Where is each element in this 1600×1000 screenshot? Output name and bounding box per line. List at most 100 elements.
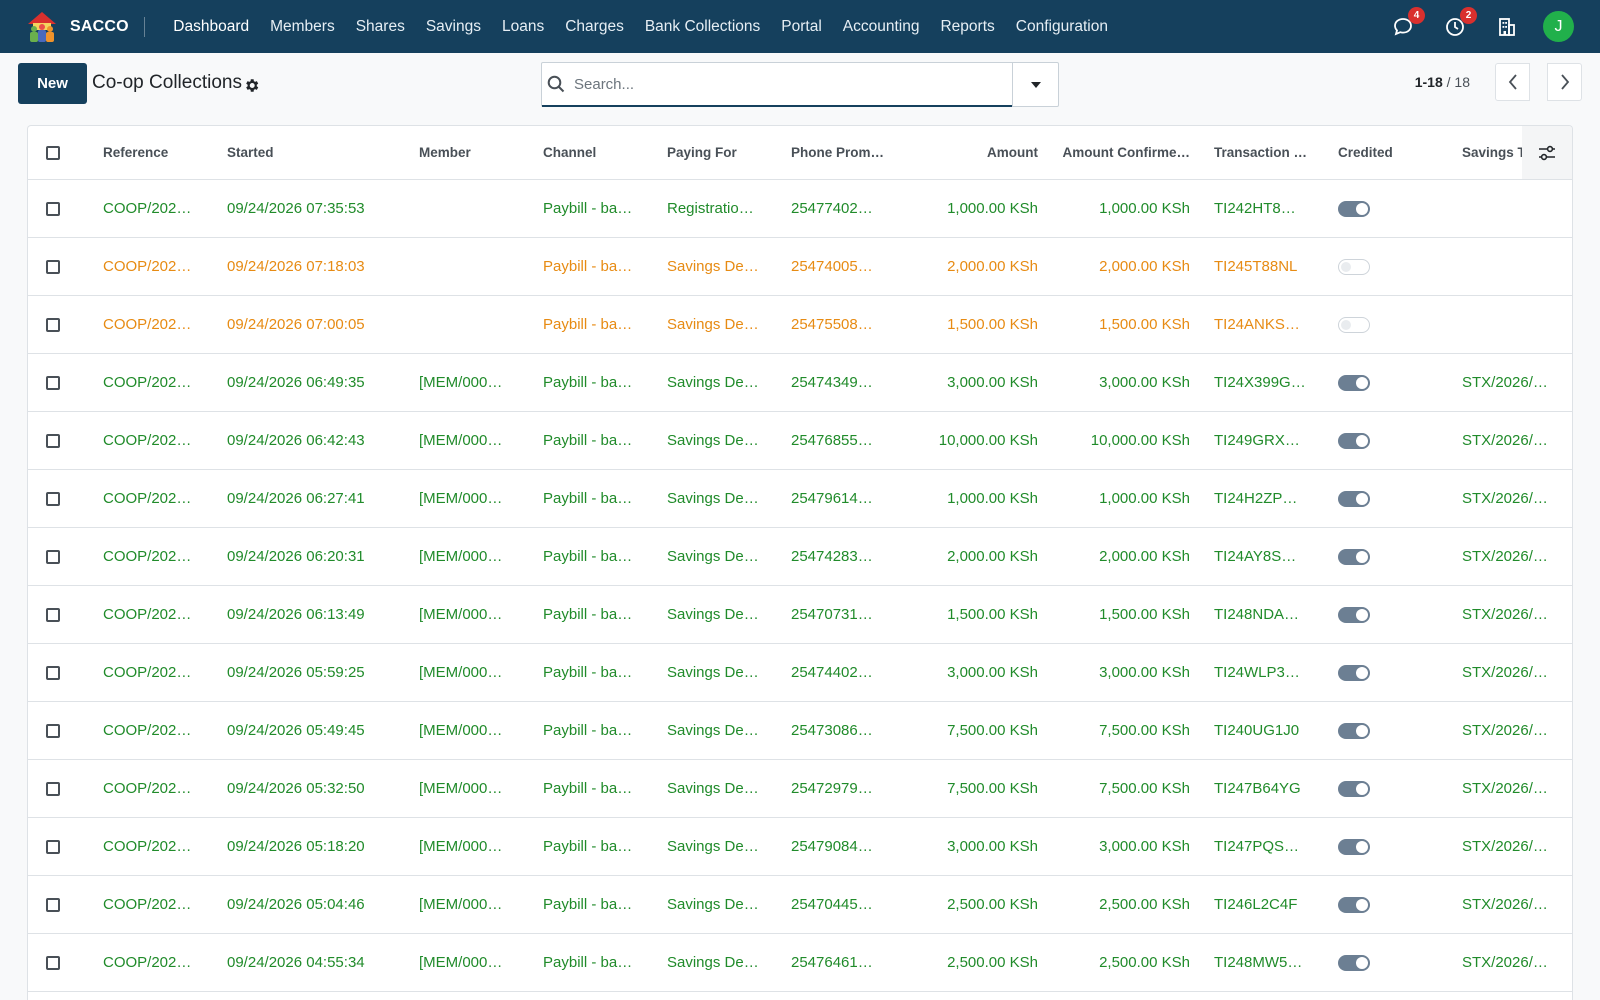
column-header-transaction[interactable]: Transaction … <box>1202 126 1326 180</box>
credited-toggle[interactable] <box>1338 548 1370 565</box>
credited-toggle[interactable] <box>1338 954 1370 971</box>
member-cell: [MEM/000… <box>407 817 531 876</box>
row-checkbox[interactable] <box>46 491 60 506</box>
row-checkbox[interactable] <box>46 201 60 216</box>
row-checkbox[interactable] <box>46 723 60 738</box>
menu-item-savings[interactable]: Savings <box>415 0 491 53</box>
menu-item-charges[interactable]: Charges <box>555 0 635 53</box>
select-all-checkbox[interactable] <box>46 145 60 160</box>
table-row[interactable]: COOP/202… 09/24/2026 05:59:25 [MEM/000… Pay… <box>28 643 1572 702</box>
column-header-phone[interactable]: Phone Prom… <box>779 126 903 180</box>
row-checkbox[interactable] <box>46 433 60 448</box>
row-checkbox[interactable] <box>46 259 60 274</box>
table-row[interactable]: COOP/202… 09/24/2026 06:27:41 [MEM/000… Pay… <box>28 469 1572 528</box>
amount-confirmed-cell: 2,000.00 KSh <box>1050 237 1202 296</box>
menu-item-bank-collections[interactable]: Bank Collections <box>634 0 770 53</box>
column-header-started[interactable]: Started <box>215 126 407 180</box>
table-row[interactable]: COOP/202… 09/24/2026 07:00:05 Paybill - ba… <box>28 295 1572 354</box>
menu-item-shares[interactable]: Shares <box>345 0 415 53</box>
column-header-amount[interactable]: Amount <box>903 126 1050 180</box>
savings-transaction-cell: STX/2026/… <box>1450 585 1572 644</box>
credited-toggle[interactable] <box>1338 664 1370 681</box>
avatar[interactable]: J <box>1543 11 1574 42</box>
credited-cell <box>1326 179 1450 238</box>
pager-previous-button[interactable] <box>1495 63 1530 101</box>
credited-toggle[interactable] <box>1338 838 1370 855</box>
column-header-member[interactable]: Member <box>407 126 531 180</box>
member-cell: [MEM/000… <box>407 469 531 528</box>
menu-item-reports[interactable]: Reports <box>930 0 1005 53</box>
table-row[interactable]: COOP/202… 09/24/2026 05:18:20 [MEM/000… Pay… <box>28 817 1572 876</box>
row-select-cell <box>28 875 91 934</box>
amount-confirmed-cell: 1,500.00 KSh <box>1050 295 1202 354</box>
menu-item-members[interactable]: Members <box>260 0 346 53</box>
row-checkbox[interactable] <box>46 375 60 390</box>
credited-toggle[interactable] <box>1338 200 1370 217</box>
column-header-paying-for[interactable]: Paying For <box>655 126 779 180</box>
brand[interactable]: SACCO <box>0 0 129 53</box>
table-row[interactable]: COOP/202… 09/24/2026 06:20:31 [MEM/000… Pay… <box>28 527 1572 586</box>
table-row[interactable]: COOP/202… 09/24/2026 05:32:50 [MEM/000… Pay… <box>28 759 1572 818</box>
transaction-cell: TI24ANKS… <box>1202 295 1326 354</box>
credited-cell <box>1326 527 1450 586</box>
optional-columns-toggle[interactable] <box>1522 126 1572 179</box>
paying-for-cell: Savings De… <box>655 469 779 528</box>
credited-toggle[interactable] <box>1338 432 1370 449</box>
row-checkbox[interactable] <box>46 839 60 854</box>
table-row[interactable]: COOP/202… 09/24/2026 07:35:53 Paybill - ba… <box>28 179 1572 238</box>
credited-toggle[interactable] <box>1338 316 1370 333</box>
row-select-cell <box>28 179 91 238</box>
activities-button[interactable]: 2 <box>1443 6 1477 39</box>
column-header-reference[interactable]: Reference <box>91 126 215 180</box>
menu-item-accounting[interactable]: Accounting <box>832 0 930 53</box>
row-checkbox[interactable] <box>46 549 60 564</box>
menu-item-loans[interactable]: Loans <box>492 0 555 53</box>
channel-cell: Paybill - ba… <box>531 469 655 528</box>
credited-toggle[interactable] <box>1338 490 1370 507</box>
new-button[interactable]: New <box>18 63 87 104</box>
row-checkbox[interactable] <box>46 955 60 970</box>
reference-cell: COOP/202… <box>91 353 215 412</box>
column-header-amount-confirmed[interactable]: Amount Confirme… <box>1050 126 1202 180</box>
member-cell: [MEM/000… <box>407 585 531 644</box>
pager-value[interactable]: 1-18 / 18 <box>1415 74 1470 90</box>
table-row[interactable]: COOP/202… 09/24/2026 05:49:45 [MEM/000… Pay… <box>28 701 1572 760</box>
row-checkbox[interactable] <box>46 607 60 622</box>
search-options-toggle[interactable] <box>1012 63 1058 106</box>
credited-toggle[interactable] <box>1338 896 1370 913</box>
row-checkbox[interactable] <box>46 317 60 332</box>
table-row[interactable]: COOP/202… 09/24/2026 07:18:03 Paybill - ba… <box>28 237 1572 296</box>
messages-button[interactable]: 4 <box>1391 6 1425 39</box>
credited-toggle[interactable] <box>1338 606 1370 623</box>
company-switcher[interactable] <box>1495 15 1519 39</box>
column-header-channel[interactable]: Channel <box>531 126 655 180</box>
table-row[interactable]: COOP/202… 09/24/2026 05:04:46 [MEM/000… Pay… <box>28 875 1572 934</box>
credited-cell <box>1326 933 1450 992</box>
column-header-credited[interactable]: Credited <box>1326 126 1450 180</box>
menu-item-portal[interactable]: Portal <box>771 0 833 53</box>
row-checkbox[interactable] <box>46 897 60 912</box>
menu-item-dashboard[interactable]: Dashboard <box>163 0 260 53</box>
savings-transaction-cell <box>1450 237 1572 296</box>
row-checkbox[interactable] <box>46 665 60 680</box>
transaction-cell: TI240UG1J0 <box>1202 701 1326 760</box>
table-row[interactable]: COOP/202… 09/24/2026 06:49:35 [MEM/000… Pay… <box>28 353 1572 412</box>
menu-item-configuration[interactable]: Configuration <box>1005 0 1118 53</box>
transaction-cell: TI24WLP3… <box>1202 643 1326 702</box>
started-cell: 09/24/2026 07:18:03 <box>215 237 407 296</box>
transaction-cell: TI248NDA… <box>1202 585 1326 644</box>
credited-toggle[interactable] <box>1338 258 1370 275</box>
gear-icon[interactable] <box>243 77 260 94</box>
credited-toggle[interactable] <box>1338 780 1370 797</box>
pager-next-button[interactable] <box>1547 63 1582 101</box>
credited-toggle[interactable] <box>1338 722 1370 739</box>
credited-toggle[interactable] <box>1338 374 1370 391</box>
table-row[interactable]: COOP/202… 09/24/2026 04:55:34 [MEM/000… Pay… <box>28 933 1572 992</box>
table-row[interactable]: COOP/202… 09/24/2026 06:42:43 [MEM/000… Pay… <box>28 411 1572 470</box>
amount-confirmed-cell: 1,500.00 KSh <box>1050 585 1202 644</box>
amount-confirmed-cell: 7,500.00 KSh <box>1050 701 1202 760</box>
collections-table: Reference Started Member Channel Paying … <box>28 126 1572 992</box>
table-row[interactable]: COOP/202… 09/24/2026 06:13:49 [MEM/000… Pay… <box>28 585 1572 644</box>
search-input[interactable] <box>574 75 974 93</box>
row-checkbox[interactable] <box>46 781 60 796</box>
